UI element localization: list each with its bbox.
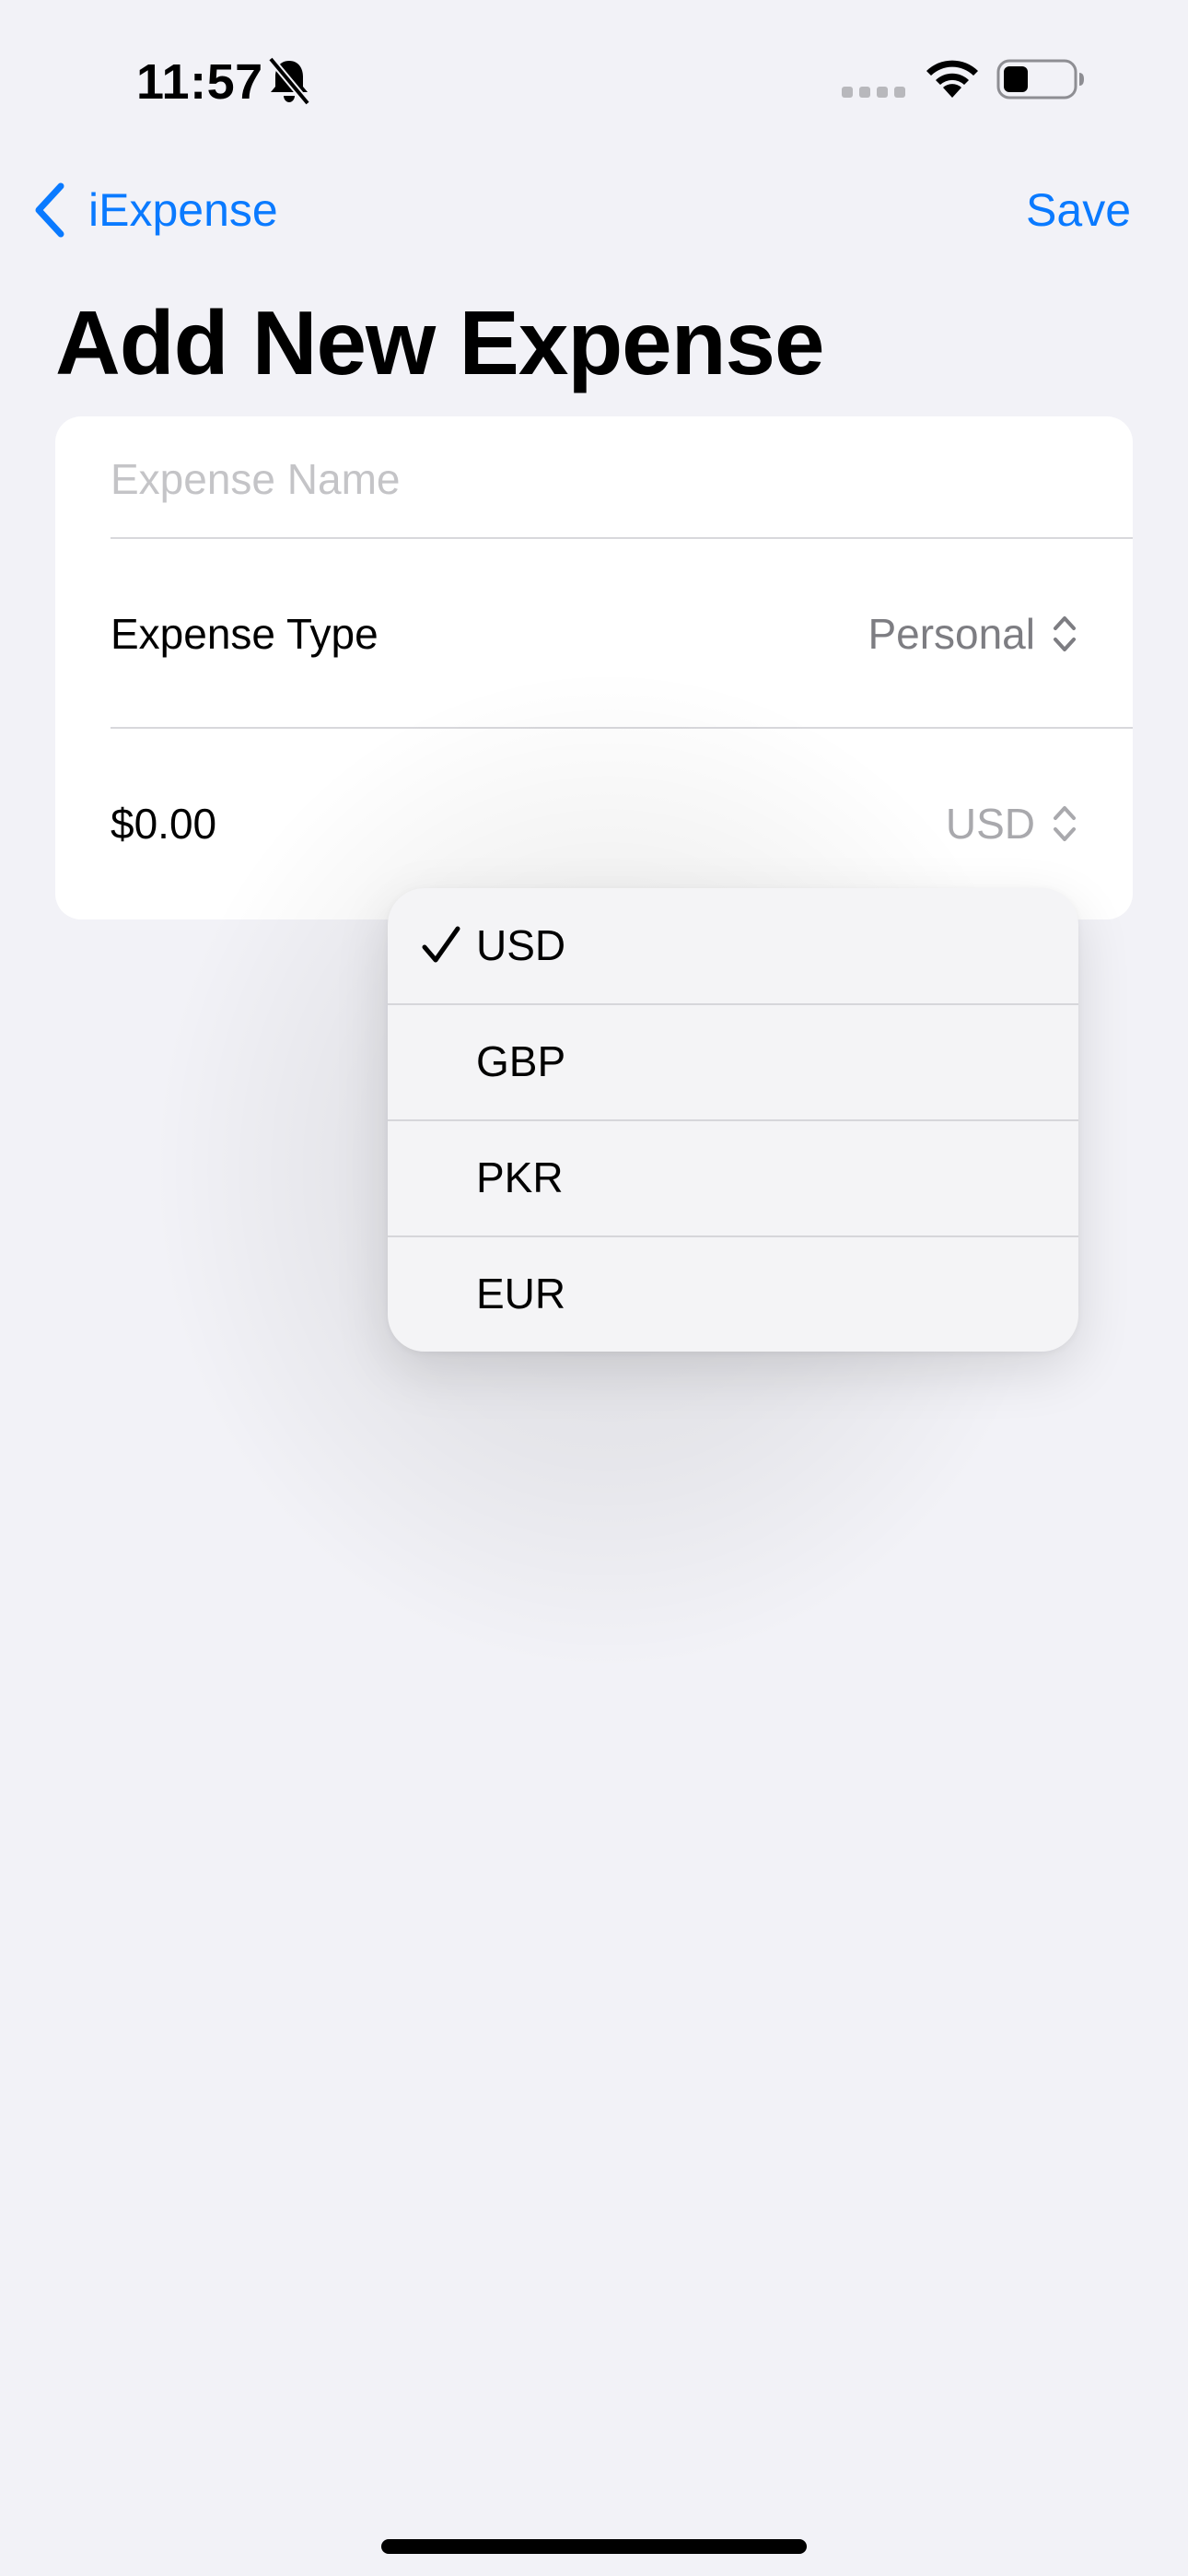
expense-form-card: Expense Type Personal $0.00 USD	[55, 416, 1133, 919]
currency-option-label: USD	[476, 921, 566, 969]
expense-name-input[interactable]	[111, 450, 1068, 509]
back-button-label: iExpense	[88, 184, 278, 236]
cellular-signal-icon	[842, 85, 906, 98]
currency-menu: USD GBP PKR EUR	[388, 888, 1078, 1352]
save-button[interactable]: Save	[1026, 181, 1131, 240]
expense-type-label: Expense Type	[111, 610, 379, 658]
expense-type-row: Expense Type Personal	[55, 538, 1133, 728]
checkmark-icon	[422, 926, 460, 963]
wifi-icon	[923, 57, 982, 101]
currency-value: USD	[945, 800, 1035, 848]
expense-type-value: Personal	[868, 610, 1035, 658]
battery-icon	[996, 57, 1085, 101]
chevron-left-icon	[35, 182, 64, 238]
currency-option-label: EUR	[476, 1270, 566, 1317]
back-button[interactable]: iExpense	[31, 181, 278, 240]
chevron-up-down-icon	[1054, 806, 1076, 841]
currency-option-gbp[interactable]: GBP	[388, 1004, 1078, 1119]
chevron-up-down-icon	[1054, 616, 1076, 651]
currency-picker[interactable]: USD	[946, 796, 1077, 851]
currency-option-usd[interactable]: USD	[388, 888, 1078, 1003]
page-title: Add New Expense	[55, 292, 825, 393]
currency-option-label: PKR	[476, 1153, 564, 1201]
home-indicator[interactable]	[381, 2539, 807, 2554]
currency-option-eur[interactable]: EUR	[388, 1236, 1078, 1352]
currency-option-label: GBP	[476, 1037, 566, 1085]
expense-type-picker[interactable]: Personal	[868, 606, 1077, 662]
expense-name-row	[55, 416, 1133, 538]
bell-slash-icon	[267, 56, 311, 106]
currency-option-pkr[interactable]: PKR	[388, 1120, 1078, 1235]
amount-field[interactable]: $0.00	[111, 796, 216, 851]
status-time: 11:57	[136, 54, 263, 110]
